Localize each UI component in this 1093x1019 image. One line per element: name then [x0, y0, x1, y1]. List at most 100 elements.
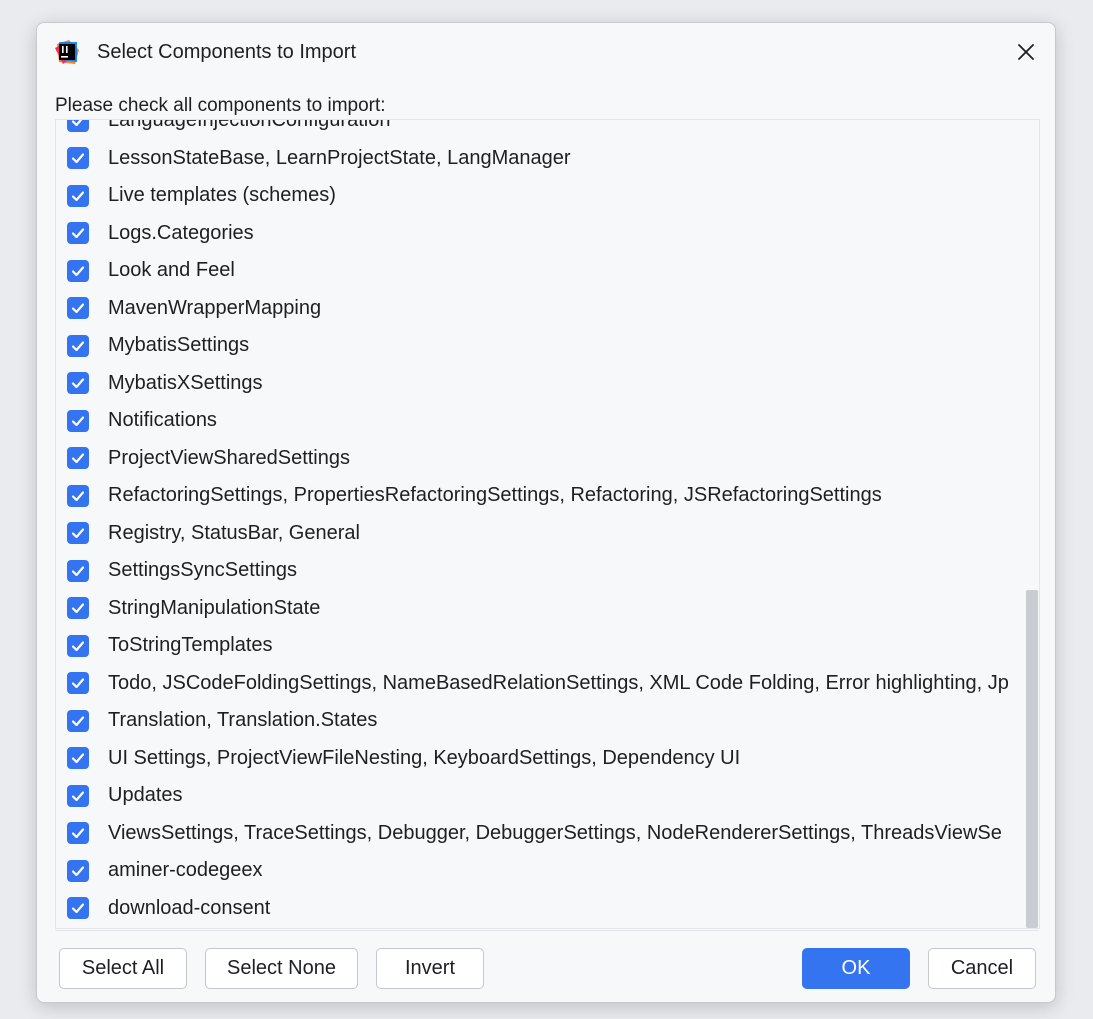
- checkmark-icon: [71, 828, 85, 839]
- component-row[interactable]: ProjectViewSharedSettings: [56, 440, 1023, 478]
- select-all-button[interactable]: Select All: [59, 948, 187, 989]
- component-checkbox[interactable]: [67, 147, 89, 170]
- title-bar: Select Components to Import: [37, 23, 1055, 81]
- component-checkbox[interactable]: [67, 597, 89, 620]
- component-checkbox[interactable]: [67, 484, 89, 507]
- component-label: RefactoringSettings, PropertiesRefactori…: [108, 484, 882, 507]
- select-none-button[interactable]: Select None: [205, 948, 358, 989]
- checkmark-icon: [71, 120, 83, 126]
- component-label: Todo, JSCodeFoldingSettings, NameBasedRe…: [108, 671, 1009, 694]
- component-checkbox[interactable]: [67, 297, 89, 320]
- component-row[interactable]: Translation, Translation.States: [56, 702, 1023, 740]
- component-row[interactable]: Todo, JSCodeFoldingSettings, NameBasedRe…: [56, 665, 1023, 703]
- component-row[interactable]: UI Settings, ProjectViewFileNesting, Key…: [56, 740, 1023, 778]
- checkmark-icon: [71, 791, 85, 801]
- component-checkbox[interactable]: [67, 672, 89, 695]
- component-label: LessonStateBase, LearnProjectState, Lang…: [108, 146, 571, 169]
- component-row[interactable]: Updates: [56, 777, 1023, 815]
- component-label: download-consent: [108, 896, 271, 919]
- component-checkbox[interactable]: [67, 897, 89, 920]
- checkmark-icon: [71, 603, 85, 614]
- component-checkbox[interactable]: [67, 184, 89, 207]
- footer-divider: [55, 930, 1039, 931]
- component-row[interactable]: MybatisSettings: [56, 327, 1023, 365]
- component-label: Look and Feel: [108, 259, 235, 282]
- checkmark-icon: [71, 303, 85, 314]
- component-label: MybatisSettings: [108, 334, 250, 357]
- component-row[interactable]: MybatisXSettings: [56, 365, 1023, 403]
- checkmark-icon: [71, 341, 85, 351]
- component-row[interactable]: Look and Feel: [56, 252, 1023, 290]
- component-checkbox[interactable]: [67, 634, 89, 657]
- component-label: Live templates (schemes): [108, 184, 336, 207]
- component-row[interactable]: ViewsSettings, TraceSettings, Debugger, …: [56, 815, 1023, 853]
- component-row[interactable]: SettingsSyncSettings: [56, 552, 1023, 590]
- component-row[interactable]: LessonStateBase, LearnProjectState, Lang…: [56, 140, 1023, 178]
- checkmark-icon: [71, 378, 85, 389]
- component-checkbox[interactable]: [67, 409, 89, 432]
- component-label: UI Settings, ProjectViewFileNesting, Key…: [108, 746, 741, 769]
- component-checkbox[interactable]: [67, 522, 89, 545]
- checkmark-icon: [71, 753, 85, 764]
- checkmark-icon: [71, 678, 85, 689]
- import-components-dialog: Select Components to Import Please check…: [36, 22, 1056, 1003]
- component-checkbox[interactable]: [67, 559, 89, 582]
- close-icon[interactable]: [1011, 37, 1041, 67]
- component-row[interactable]: MavenWrapperMapping: [56, 290, 1023, 328]
- component-checkbox[interactable]: [67, 120, 89, 132]
- component-checkbox[interactable]: [67, 784, 89, 807]
- component-label: Notifications: [108, 409, 217, 432]
- components-list-content: LanguageInjectionConfiguration LessonStat…: [56, 119, 1023, 928]
- checkmark-icon: [71, 566, 85, 576]
- component-label: MybatisXSettings: [108, 371, 263, 394]
- checkmark-icon: [71, 866, 85, 876]
- checkmark-icon: [71, 416, 85, 426]
- component-label: MavenWrapperMapping: [108, 296, 322, 319]
- checkmark-icon: [71, 716, 85, 726]
- component-checkbox[interactable]: [67, 822, 89, 845]
- component-label: SettingsSyncSettings: [108, 559, 297, 582]
- checkmark-icon: [71, 228, 85, 239]
- component-checkbox[interactable]: [67, 859, 89, 882]
- component-row[interactable]: ToStringTemplates: [56, 627, 1023, 665]
- component-label: Translation, Translation.States: [108, 709, 378, 732]
- checkmark-icon: [71, 153, 85, 164]
- component-checkbox[interactable]: [67, 372, 89, 395]
- component-row[interactable]: Registry, StatusBar, General: [56, 515, 1023, 553]
- component-row[interactable]: RefactoringSettings, PropertiesRefactori…: [56, 477, 1023, 515]
- component-label: aminer-codegeex: [108, 859, 263, 882]
- checkmark-icon: [71, 903, 85, 914]
- component-row[interactable]: download-consent: [56, 890, 1023, 928]
- component-row[interactable]: LanguageInjectionConfiguration: [56, 119, 1023, 140]
- invert-button[interactable]: Invert: [376, 948, 484, 989]
- ok-button[interactable]: OK: [802, 948, 910, 989]
- component-label: StringManipulationState: [108, 596, 321, 619]
- component-label: ViewsSettings, TraceSettings, Debugger, …: [108, 821, 1002, 844]
- component-row[interactable]: aminer-codegeex: [56, 852, 1023, 890]
- component-label: ToStringTemplates: [108, 634, 273, 657]
- component-label: Logs.Categories: [108, 221, 254, 244]
- component-checkbox[interactable]: [67, 747, 89, 770]
- intellij-app-icon: [55, 40, 79, 64]
- component-row[interactable]: StringManipulationState: [56, 590, 1023, 628]
- component-checkbox[interactable]: [67, 447, 89, 470]
- component-label: ProjectViewSharedSettings: [108, 446, 350, 469]
- component-checkbox[interactable]: [67, 334, 89, 357]
- vertical-scrollbar-thumb[interactable]: [1026, 590, 1038, 928]
- component-row[interactable]: Logs.Categories: [56, 215, 1023, 253]
- component-checkbox[interactable]: [67, 709, 89, 732]
- checkmark-icon: [71, 491, 85, 501]
- checkmark-icon: [71, 528, 85, 539]
- component-label: LanguageInjectionConfiguration: [108, 119, 391, 132]
- checkmark-icon: [71, 453, 85, 464]
- component-label: Registry, StatusBar, General: [108, 521, 360, 544]
- dialog-title: Select Components to Import: [97, 41, 357, 63]
- cancel-button[interactable]: Cancel: [928, 948, 1036, 989]
- component-checkbox[interactable]: [67, 259, 89, 282]
- component-row[interactable]: Live templates (schemes): [56, 177, 1023, 215]
- component-row[interactable]: Notifications: [56, 402, 1023, 440]
- component-checkbox[interactable]: [67, 222, 89, 245]
- checkmark-icon: [71, 641, 85, 651]
- checkmark-icon: [71, 191, 85, 201]
- components-list[interactable]: LanguageInjectionConfiguration LessonStat…: [55, 119, 1040, 929]
